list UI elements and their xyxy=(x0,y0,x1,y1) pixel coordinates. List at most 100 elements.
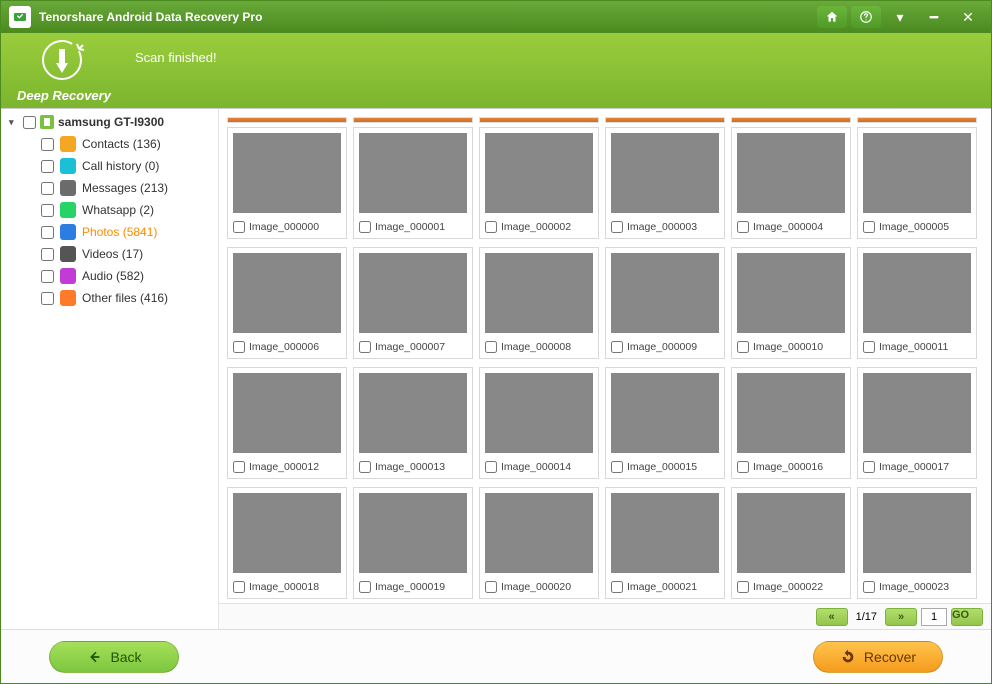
thumbnail-checkbox[interactable] xyxy=(611,581,623,593)
home-button[interactable] xyxy=(817,6,847,28)
thumbnail-item[interactable]: Image_000017 xyxy=(857,367,977,479)
thumbnail-checkbox[interactable] xyxy=(485,581,497,593)
thumbnail-name: Image_000016 xyxy=(753,461,823,473)
thumbnail-item[interactable]: Image_000016 xyxy=(731,367,851,479)
sidebar-item-3[interactable]: Whatsapp (2) xyxy=(41,199,214,221)
thumbnail-item[interactable]: Image_000014 xyxy=(479,367,599,479)
thumbnail-checkbox[interactable] xyxy=(359,341,371,353)
next-page-button[interactable]: » xyxy=(885,608,917,626)
thumbnail-image xyxy=(359,133,467,213)
sidebar-item-checkbox[interactable] xyxy=(41,292,54,305)
thumbnail-name: Image_000008 xyxy=(501,341,571,353)
thumbnail-checkbox[interactable] xyxy=(737,581,749,593)
sidebar-item-label: Call history (0) xyxy=(82,159,159,173)
thumbnail-item[interactable]: Image_000007 xyxy=(353,247,473,359)
prev-page-button[interactable]: « xyxy=(816,608,848,626)
thumbnail-checkbox[interactable] xyxy=(233,221,245,233)
device-tree-root[interactable]: ▾ samsung GT-I9300 xyxy=(9,115,214,129)
thumbnail-item[interactable]: Image_000023 xyxy=(857,487,977,599)
thumbnail-grid: Image_000000Image_000001Image_000002Imag… xyxy=(227,127,987,599)
thumbnail-item[interactable]: Image_000003 xyxy=(605,127,725,239)
thumbnail-image xyxy=(233,373,341,453)
thumbnail-checkbox[interactable] xyxy=(359,221,371,233)
page-input[interactable] xyxy=(921,608,947,626)
thumbnail-checkbox[interactable] xyxy=(233,341,245,353)
sidebar-item-checkbox[interactable] xyxy=(41,138,54,151)
thumbnail-checkbox[interactable] xyxy=(737,461,749,473)
thumbnail-item[interactable]: Image_000012 xyxy=(227,367,347,479)
thumbnail-checkbox[interactable] xyxy=(863,221,875,233)
thumbnail-item[interactable]: Image_000015 xyxy=(605,367,725,479)
thumbnail-item[interactable]: Image_000006 xyxy=(227,247,347,359)
thumbnail-item[interactable]: Image_000010 xyxy=(731,247,851,359)
thumbnail-checkbox[interactable] xyxy=(737,221,749,233)
thumbnail-name: Image_000019 xyxy=(375,581,445,593)
sidebar-item-7[interactable]: Other files (416) xyxy=(41,287,214,309)
thumbnail-image xyxy=(737,133,845,213)
thumbnail-item[interactable]: Image_000018 xyxy=(227,487,347,599)
thumbnail-item[interactable]: Image_000005 xyxy=(857,127,977,239)
thumbnail-scroll[interactable]: Image_000000Image_000001Image_000002Imag… xyxy=(219,109,991,603)
thumbnail-checkbox[interactable] xyxy=(485,341,497,353)
thumbnail-image xyxy=(359,373,467,453)
thumbnail-item[interactable]: Image_000000 xyxy=(227,127,347,239)
device-checkbox[interactable] xyxy=(23,116,36,129)
thumbnail-checkbox[interactable] xyxy=(863,341,875,353)
sidebar-item-checkbox[interactable] xyxy=(41,248,54,261)
sidebar-item-label: Videos (17) xyxy=(82,247,143,261)
dropdown-button[interactable]: ▾ xyxy=(885,6,915,28)
thumbnail-checkbox[interactable] xyxy=(359,461,371,473)
sidebar-item-1[interactable]: Call history (0) xyxy=(41,155,214,177)
thumbnail-item[interactable]: Image_000011 xyxy=(857,247,977,359)
content-area: Image_000000Image_000001Image_000002Imag… xyxy=(219,109,991,629)
thumbnail-image xyxy=(611,493,719,573)
thumbnail-checkbox[interactable] xyxy=(737,341,749,353)
recover-button[interactable]: Recover xyxy=(813,641,943,673)
thumbnail-checkbox[interactable] xyxy=(863,461,875,473)
thumbnail-checkbox[interactable] xyxy=(233,461,245,473)
thumbnail-item[interactable]: Image_000008 xyxy=(479,247,599,359)
thumbnail-item[interactable]: Image_000013 xyxy=(353,367,473,479)
thumbnail-checkbox[interactable] xyxy=(359,581,371,593)
sidebar-item-checkbox[interactable] xyxy=(41,270,54,283)
minimize-button[interactable]: ━ xyxy=(919,6,949,28)
sidebar-item-label: Messages (213) xyxy=(82,181,168,195)
thumbnail-name: Image_000021 xyxy=(627,581,697,593)
thumbnail-checkbox[interactable] xyxy=(233,581,245,593)
sidebar-item-2[interactable]: Messages (213) xyxy=(41,177,214,199)
sidebar-item-checkbox[interactable] xyxy=(41,226,54,239)
sidebar-item-4[interactable]: Photos (5841) xyxy=(41,221,214,243)
thumbnail-item[interactable]: Image_000019 xyxy=(353,487,473,599)
thumbnail-checkbox[interactable] xyxy=(611,461,623,473)
go-button[interactable]: GO xyxy=(951,608,983,626)
sidebar-item-0[interactable]: Contacts (136) xyxy=(41,133,214,155)
thumbnail-image xyxy=(863,493,971,573)
thumbnail-item[interactable]: Image_000004 xyxy=(731,127,851,239)
thumbnail-checkbox[interactable] xyxy=(611,221,623,233)
back-button[interactable]: Back xyxy=(49,641,179,673)
sidebar-item-5[interactable]: Videos (17) xyxy=(41,243,214,265)
thumbnail-checkbox[interactable] xyxy=(863,581,875,593)
thumbnail-item[interactable]: Image_000022 xyxy=(731,487,851,599)
category-icon xyxy=(60,290,76,306)
app-title: Tenorshare Android Data Recovery Pro xyxy=(39,10,813,24)
thumbnail-checkbox[interactable] xyxy=(485,461,497,473)
sidebar-item-checkbox[interactable] xyxy=(41,204,54,217)
close-button[interactable]: ✕ xyxy=(953,6,983,28)
sidebar-item-checkbox[interactable] xyxy=(41,182,54,195)
thumbnail-checkbox[interactable] xyxy=(485,221,497,233)
thumbnail-name: Image_000009 xyxy=(627,341,697,353)
sidebar-item-label: Whatsapp (2) xyxy=(82,203,154,217)
thumbnail-item[interactable]: Image_000001 xyxy=(353,127,473,239)
thumbnail-image xyxy=(359,253,467,333)
thumbnail-item[interactable]: Image_000002 xyxy=(479,127,599,239)
sidebar-item-checkbox[interactable] xyxy=(41,160,54,173)
thumbnail-checkbox[interactable] xyxy=(611,341,623,353)
thumbnail-name: Image_000017 xyxy=(879,461,949,473)
sidebar-item-6[interactable]: Audio (582) xyxy=(41,265,214,287)
help-button[interactable] xyxy=(851,6,881,28)
thumbnail-item[interactable]: Image_000021 xyxy=(605,487,725,599)
thumbnail-item[interactable]: Image_000020 xyxy=(479,487,599,599)
thumbnail-item[interactable]: Image_000009 xyxy=(605,247,725,359)
deep-recovery-button[interactable]: Deep Recovery xyxy=(17,39,111,103)
